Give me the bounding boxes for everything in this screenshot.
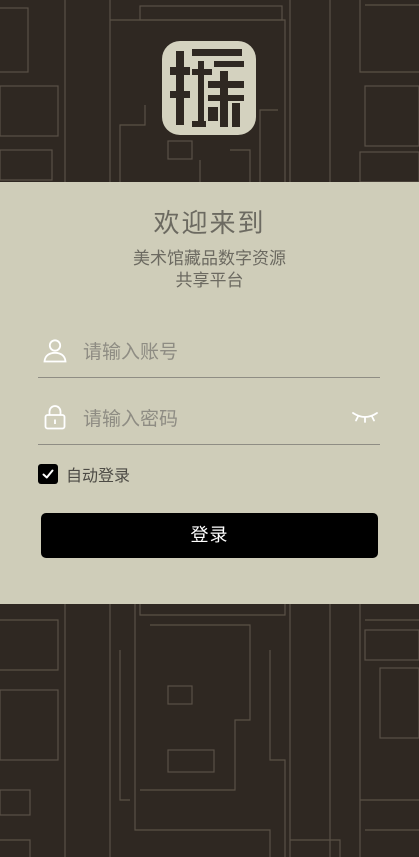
auto-login-label: 自动登录 (66, 466, 131, 485)
account-field (38, 327, 380, 378)
app-logo (162, 41, 256, 135)
platform-name-line1: 美术馆藏品数字资源 (133, 249, 286, 269)
user-icon (43, 339, 67, 363)
check-icon (42, 469, 54, 479)
collection-seal-icon (170, 49, 244, 127)
password-field (38, 394, 380, 445)
welcome-title: 欢迎来到 (153, 209, 266, 239)
login-button[interactable]: 登录 (41, 513, 378, 558)
platform-name-line2: 共享平台 (175, 271, 244, 291)
lock-icon (44, 405, 66, 430)
password-input[interactable] (81, 400, 345, 438)
eye-closed-icon[interactable] (350, 408, 380, 426)
login-screen: 欢迎来到 美术馆藏品数字资源 共享平台 请输入账号 自动登录 登录 (0, 0, 419, 857)
auto-login-checkbox[interactable] (38, 464, 58, 484)
login-panel: 欢迎来到 美术馆藏品数字资源 共享平台 请输入账号 自动登录 登录 (0, 182, 419, 604)
auto-login-option[interactable]: 自动登录 (38, 463, 130, 485)
account-input[interactable] (81, 333, 345, 371)
